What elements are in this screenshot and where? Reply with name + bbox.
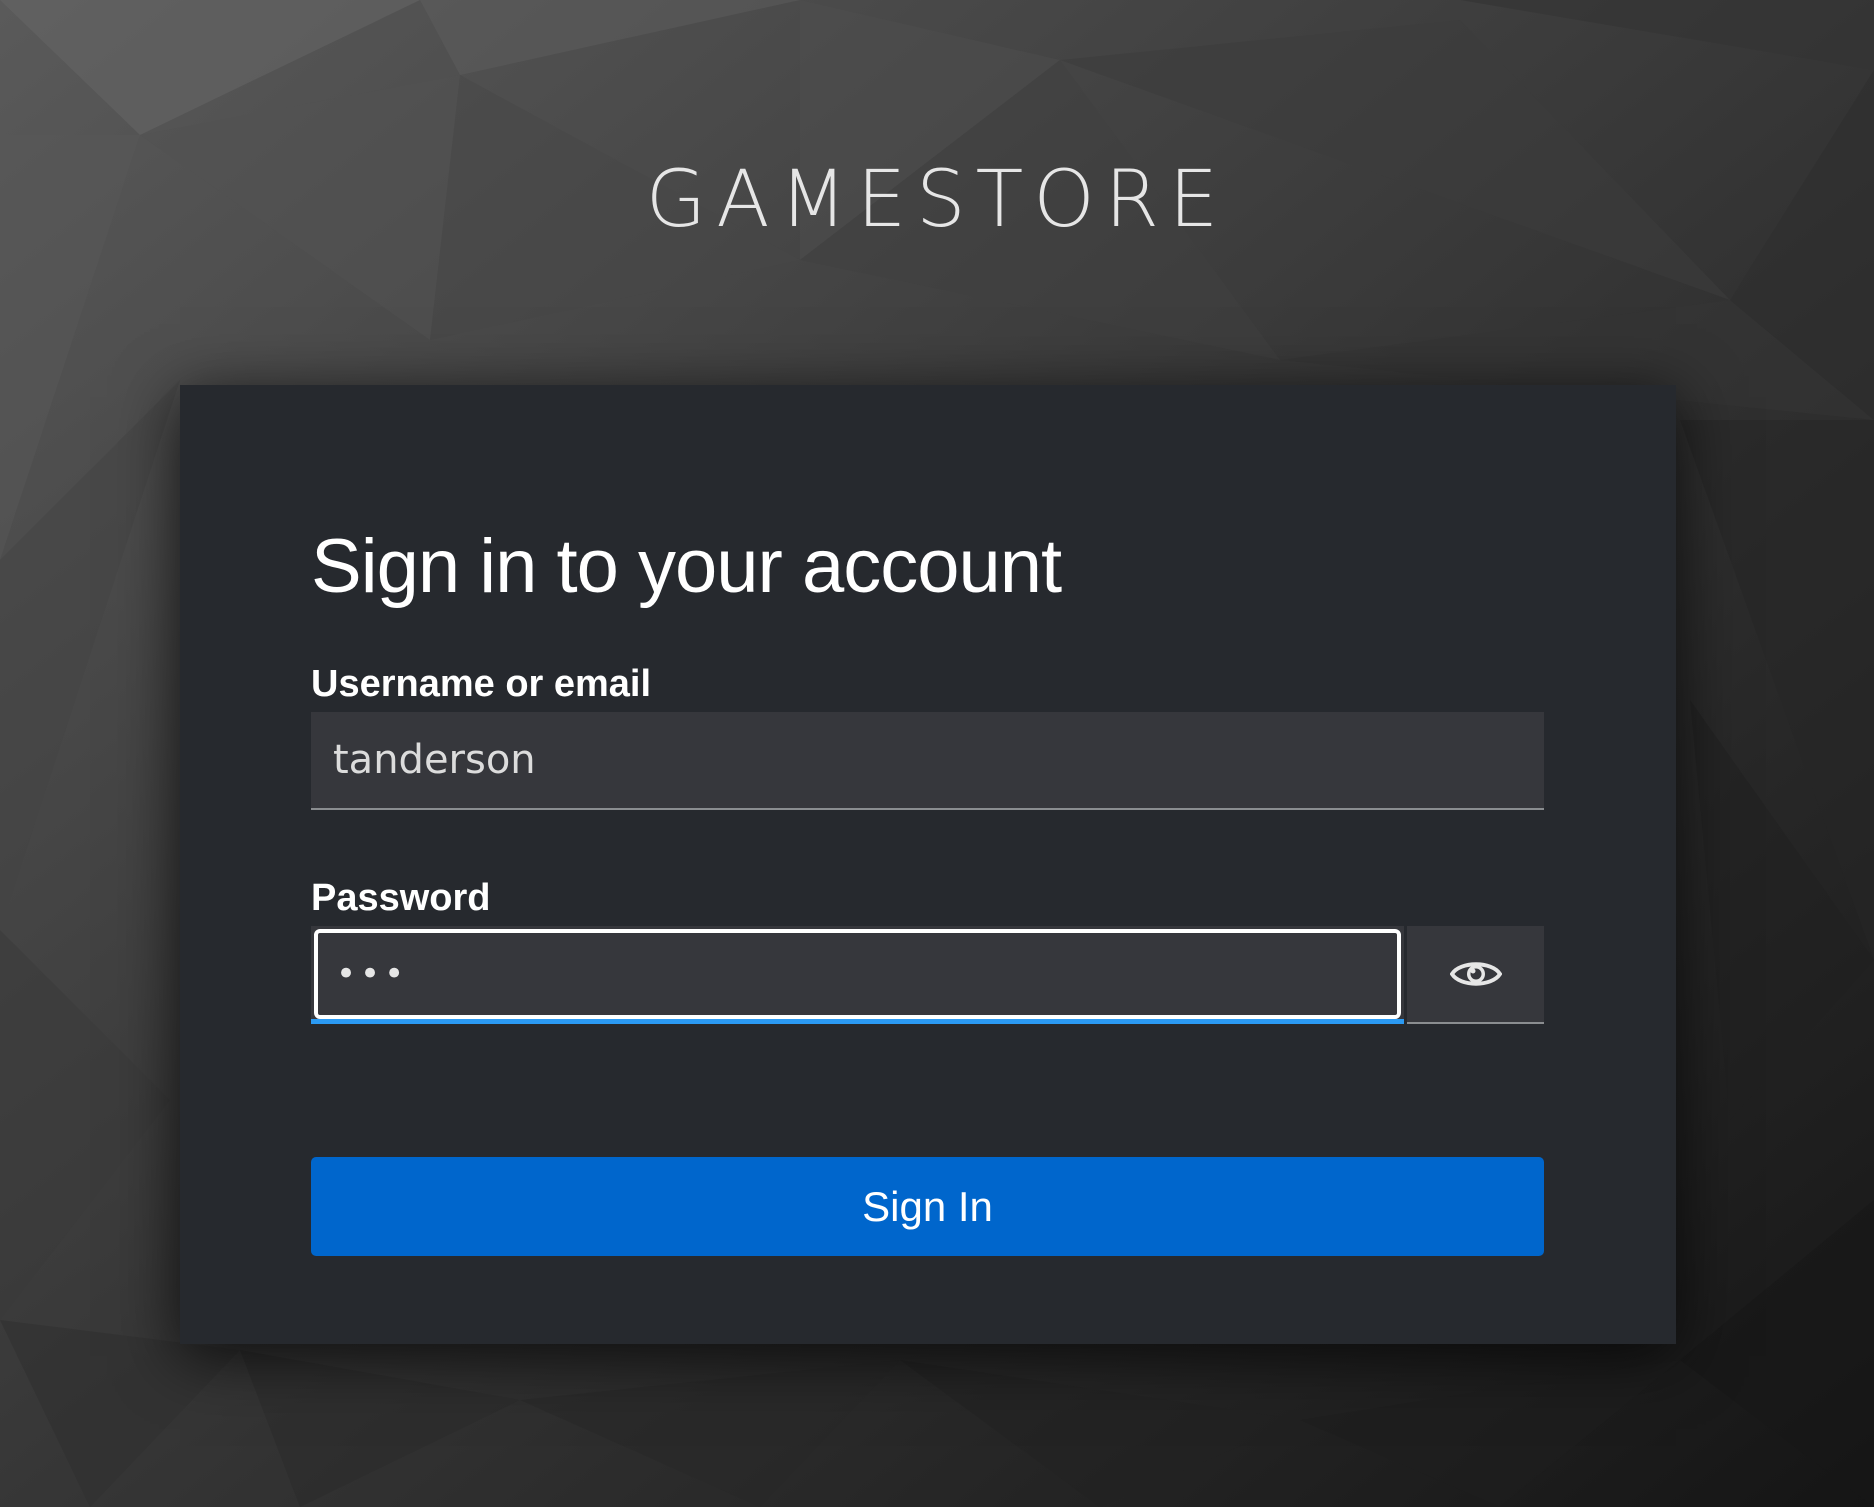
brand-logo-text: GAMESTORE [645,155,1229,245]
password-label: Password [311,877,491,919]
username-input[interactable]: tanderson [311,712,1544,810]
login-card: Sign in to your account Username or emai… [180,385,1676,1344]
show-password-button[interactable] [1407,926,1544,1024]
password-field[interactable]: ••• [311,926,1404,1024]
eye-icon [1449,962,1502,986]
page-title: Sign in to your account [311,524,1062,609]
sign-in-button[interactable]: Sign In [311,1157,1544,1256]
username-label: Username or email [311,663,652,705]
password-input[interactable]: ••• [314,929,1401,1019]
